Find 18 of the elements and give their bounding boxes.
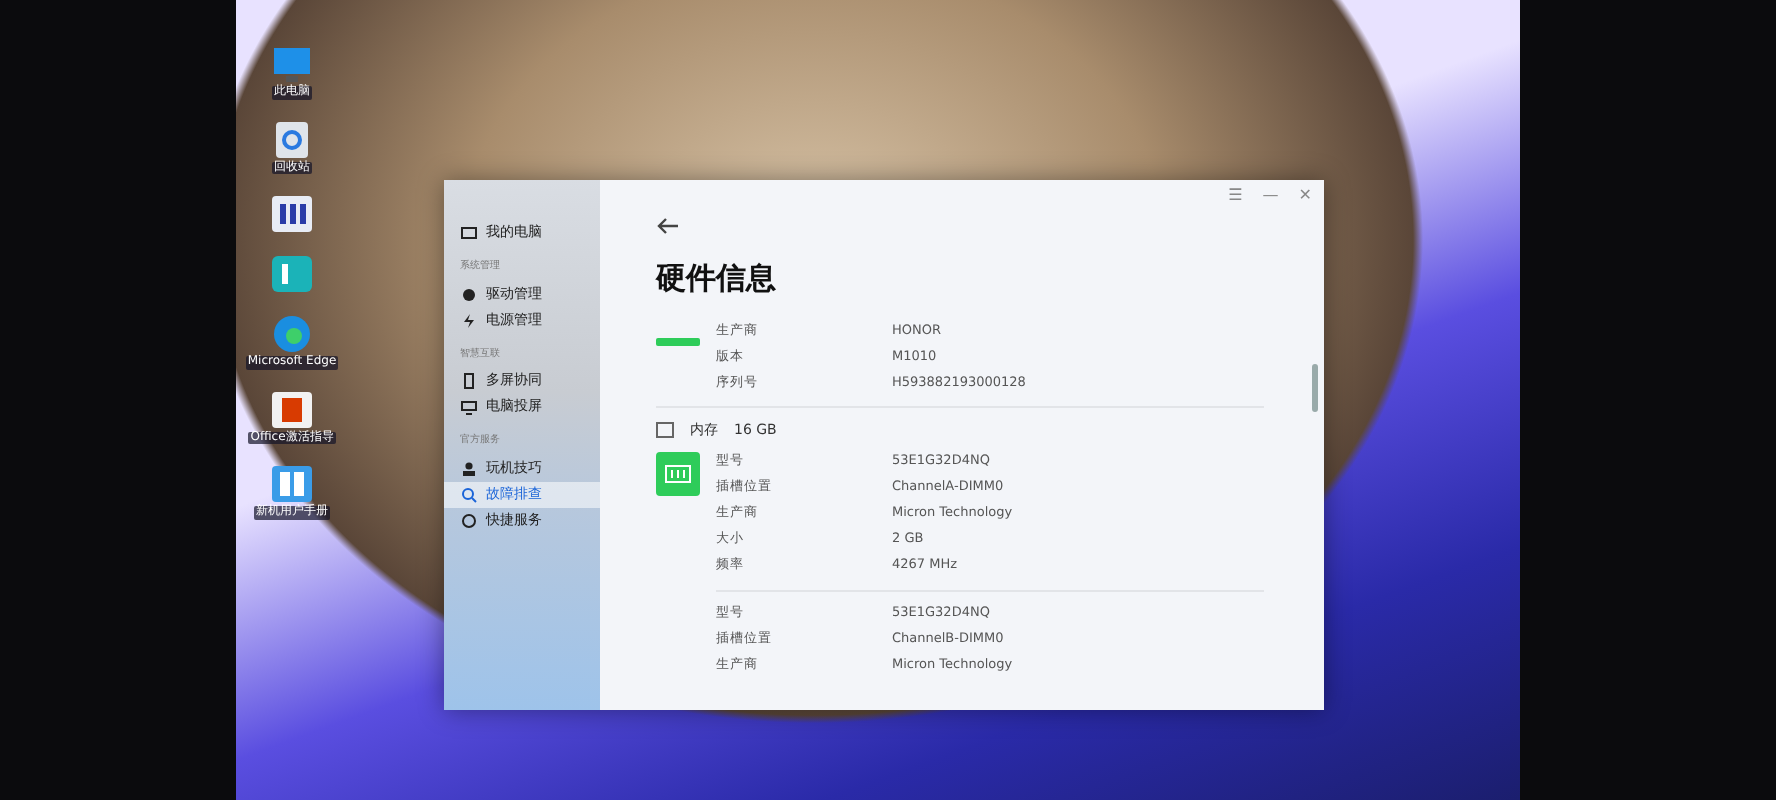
- circle-icon: [460, 511, 478, 529]
- app-icon[interactable]: [270, 194, 314, 235]
- browser-icon[interactable]: [270, 314, 314, 355]
- app-icon[interactable]: [270, 254, 314, 295]
- monitor-icon[interactable]: [270, 44, 314, 84]
- office-icon[interactable]: [270, 389, 314, 430]
- scrollbar-thumb[interactable]: [1312, 364, 1318, 412]
- monitor-icon: [460, 224, 478, 242]
- bolt-icon: [460, 311, 478, 329]
- search-icon: [460, 485, 478, 503]
- recycle-bin-icon[interactable]: [270, 119, 314, 160]
- page-title: 硬件信息: [656, 258, 778, 300]
- screen-icon: [460, 398, 478, 416]
- people-icon: [460, 459, 478, 477]
- back-button[interactable]: [656, 214, 680, 238]
- book-icon[interactable]: [270, 464, 314, 505]
- phone-icon: [460, 372, 478, 390]
- back-arrow-icon: [656, 215, 680, 236]
